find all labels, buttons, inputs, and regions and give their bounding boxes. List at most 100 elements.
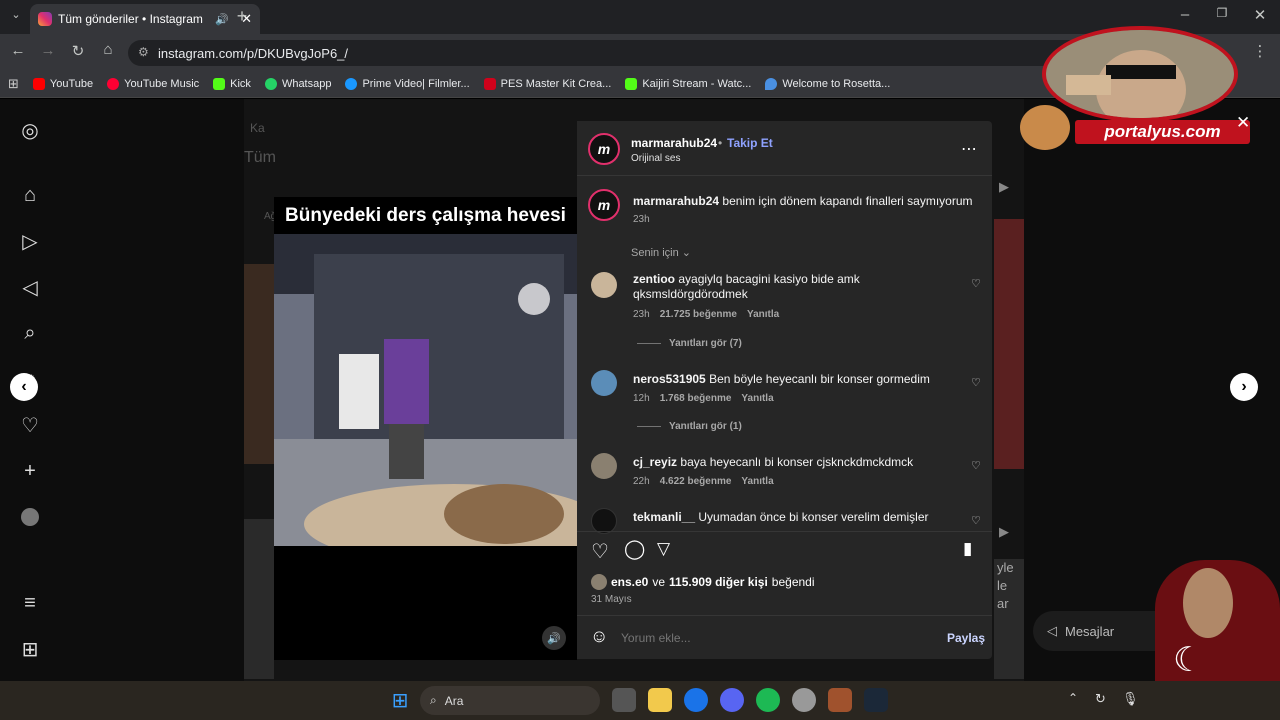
create-icon[interactable]: +: [15, 456, 45, 486]
reply-button[interactable]: Yanıtla: [741, 393, 773, 404]
bookmark-youtube-music[interactable]: YouTube Music: [107, 77, 199, 90]
steam-icon[interactable]: [864, 688, 888, 712]
taskbar-search[interactable]: ⌕ Ara: [420, 686, 600, 715]
comment-item: neros531905 Ben böyle heyecanlı bir kons…: [633, 372, 953, 386]
comment-avatar[interactable]: [591, 453, 617, 479]
prev-post-button[interactable]: ‹: [10, 373, 38, 401]
rosetta-icon: [765, 77, 778, 90]
view-replies-button[interactable]: Yanıtları gör (1): [669, 421, 742, 432]
caption-avatar[interactable]: m: [588, 189, 620, 221]
comment-like-heart-icon[interactable]: ♡: [971, 376, 981, 389]
sync-icon[interactable]: ↻: [1095, 691, 1106, 707]
more-menu-icon[interactable]: ≡: [15, 588, 45, 618]
archive-icon[interactable]: [828, 688, 852, 712]
tab-search-icon[interactable]: ⌄: [6, 8, 26, 21]
likes-count[interactable]: 115.909 diğer kişi: [669, 575, 768, 589]
next-post-button[interactable]: ›: [1230, 373, 1258, 401]
chrome-icon[interactable]: [684, 688, 708, 712]
new-tab-icon[interactable]: +: [232, 6, 252, 27]
comment-username[interactable]: tekmanli__: [633, 510, 695, 524]
notifications-icon[interactable]: ♡: [15, 410, 45, 440]
microphone-icon[interactable]: 🎙: [1122, 691, 1139, 707]
comment-like-heart-icon[interactable]: ♡: [971, 514, 981, 527]
apps-icon[interactable]: ⊞: [8, 76, 19, 92]
mascot-icon: [1020, 105, 1070, 150]
tray-chevron-up-icon[interactable]: ⌃: [1068, 691, 1078, 705]
close-window-icon[interactable]: ✕: [1250, 6, 1270, 24]
caption-username[interactable]: marmarahub24: [633, 194, 719, 208]
prime-video-icon: [345, 77, 358, 90]
app-icon[interactable]: [792, 688, 816, 712]
bookmark-whatsapp[interactable]: Whatsapp: [264, 77, 331, 90]
taskbar-search-label: Ara: [444, 693, 464, 708]
back-icon[interactable]: ←: [8, 42, 28, 59]
reply-button[interactable]: Yanıtla: [741, 476, 773, 487]
dimmed-title: Tüm: [244, 149, 276, 166]
post-comment-button[interactable]: Paylaş: [947, 631, 985, 645]
spotify-icon[interactable]: [756, 688, 780, 712]
likes-summary: ens.e0 ve 115.909 diğer kişi beğendi: [591, 574, 815, 590]
instagram-favicon-icon: [38, 12, 52, 26]
direct-icon[interactable]: ◁: [15, 272, 45, 302]
more-options-icon[interactable]: ⋯: [961, 139, 977, 159]
bookmark-kaijiri[interactable]: Kaijiri Stream - Watc...: [625, 77, 751, 90]
kick-icon: [213, 77, 226, 90]
comment-likes[interactable]: 4.622 beğenme: [660, 476, 732, 487]
reels-icon[interactable]: ▷: [15, 226, 45, 256]
comment-input[interactable]: [621, 629, 921, 647]
comment-sort-dropdown[interactable]: Senin için ⌄: [631, 246, 691, 259]
restore-icon[interactable]: ❐: [1212, 6, 1232, 20]
divider: [637, 425, 661, 427]
minimize-icon[interactable]: –: [1175, 6, 1195, 23]
file-explorer-icon[interactable]: [648, 688, 672, 712]
comment-username[interactable]: cj_reyiz: [633, 455, 677, 469]
emoji-icon[interactable]: ☺: [590, 626, 608, 647]
comment-likes[interactable]: 21.725 beğenme: [660, 309, 737, 320]
author-username[interactable]: marmarahub24: [631, 136, 717, 150]
active-tab[interactable]: Tüm gönderiler • Instagram 🔊 ✕: [30, 4, 260, 34]
liker-username[interactable]: ens.e0: [611, 575, 648, 589]
streamer-brand-banner: portalyus.com: [1075, 120, 1250, 144]
comment-avatar[interactable]: [591, 272, 617, 298]
menu-icon[interactable]: ⋮: [1250, 42, 1270, 60]
instagram-logo-icon[interactable]: ◎: [15, 115, 45, 145]
author-avatar[interactable]: m: [588, 133, 620, 165]
reload-icon[interactable]: ↻: [68, 42, 88, 60]
comment-username[interactable]: zentioo: [633, 272, 675, 286]
profile-icon[interactable]: [15, 502, 45, 532]
bookmark-youtube[interactable]: YouTube: [32, 77, 93, 90]
forward-icon[interactable]: →: [38, 42, 58, 59]
bookmark-kick[interactable]: Kick: [213, 77, 251, 90]
also-from-meta-icon[interactable]: ⊞: [15, 634, 45, 664]
search-icon[interactable]: ⌕: [15, 318, 45, 348]
share-icon[interactable]: ▽: [657, 539, 670, 559]
home-icon[interactable]: ⌂: [15, 180, 45, 210]
follow-button[interactable]: Takip Et: [727, 136, 773, 150]
bookmark-prime-video[interactable]: Prime Video| Filmler...: [345, 77, 470, 90]
bookmark-pes-master[interactable]: PES Master Kit Crea...: [483, 77, 611, 90]
like-heart-icon[interactable]: ♡: [591, 539, 609, 564]
url-field[interactable]: ⚙ instagram.com/p/DKUBvgJoP6_/: [128, 40, 1188, 66]
site-info-icon[interactable]: ⚙: [138, 45, 149, 59]
view-replies-button[interactable]: Yanıtları gör (7): [669, 338, 742, 349]
audio-label[interactable]: Orijinal ses: [631, 153, 680, 164]
comment-like-heart-icon[interactable]: ♡: [971, 459, 981, 472]
windows-start-icon[interactable]: ⊞: [388, 688, 412, 712]
bookmark-rosetta[interactable]: Welcome to Rosetta...: [765, 77, 890, 90]
discord-icon[interactable]: [720, 688, 744, 712]
reply-button[interactable]: Yanıtla: [747, 309, 779, 320]
liker-avatar[interactable]: [591, 574, 607, 590]
comment-username[interactable]: neros531905: [633, 372, 706, 386]
mute-toggle-button[interactable]: 🔊: [542, 626, 566, 650]
close-overlay-icon[interactable]: ✕: [1236, 113, 1250, 133]
comment-avatar[interactable]: [591, 370, 617, 396]
home-icon[interactable]: ⌂: [98, 41, 118, 58]
comment-like-heart-icon[interactable]: ♡: [971, 277, 981, 290]
comment-likes[interactable]: 1.768 beğenme: [660, 393, 732, 404]
comment-icon[interactable]: ◯: [624, 538, 645, 561]
speaker-icon[interactable]: 🔊: [215, 13, 229, 26]
video-player[interactable]: [274, 234, 577, 546]
bookmark-icon[interactable]: ▮: [963, 539, 972, 559]
task-view-icon[interactable]: [612, 688, 636, 712]
dimmed-thumbnail: [244, 519, 274, 679]
